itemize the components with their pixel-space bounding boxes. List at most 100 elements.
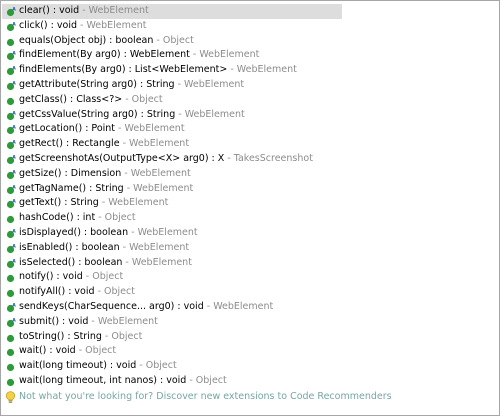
svg-text:A: A bbox=[12, 125, 16, 131]
proposal-label: getClass() : Class<?> - Object bbox=[19, 93, 163, 108]
method-signature: getAttribute(String arg0) : String bbox=[19, 78, 175, 90]
declaring-type: - WebElement bbox=[76, 19, 147, 31]
proposal-item[interactable]: wait() : void - Object bbox=[2, 344, 498, 359]
abstract-public-method-icon: A bbox=[6, 303, 16, 313]
proposal-label: isSelected() : boolean - WebElement bbox=[19, 256, 192, 271]
abstract-public-method-icon: A bbox=[6, 229, 16, 239]
declaring-type: - TakesScreenshot bbox=[224, 152, 313, 164]
proposal-label: notify() : void - Object bbox=[19, 270, 123, 285]
proposal-item[interactable]: toString() : String - Object bbox=[2, 330, 498, 345]
proposal-label: click() : void - WebElement bbox=[19, 19, 147, 34]
declaring-type: - Object bbox=[136, 360, 177, 372]
proposal-list: Aclear() : void - WebElement Aclick() : v… bbox=[2, 4, 498, 389]
proposal-item[interactable]: wait(long timeout) : void - Object bbox=[2, 359, 498, 374]
method-signature: click() : void bbox=[19, 19, 77, 31]
svg-text:A: A bbox=[12, 318, 16, 324]
abstract-public-method-icon: A bbox=[6, 81, 16, 91]
proposal-item[interactable]: AgetSize() : Dimension - WebElement bbox=[2, 167, 498, 182]
public-method-icon bbox=[6, 364, 15, 372]
declaring-type: - WebElement bbox=[189, 49, 260, 61]
svg-text:A: A bbox=[12, 244, 16, 250]
proposal-item[interactable]: AisDisplayed() : boolean - WebElement bbox=[2, 226, 498, 241]
public-method-icon bbox=[6, 334, 15, 342]
svg-text:A: A bbox=[12, 199, 16, 205]
public-method-icon bbox=[6, 97, 15, 105]
abstract-public-method-icon: A bbox=[6, 66, 16, 76]
proposal-label: toString() : String - Object bbox=[19, 330, 142, 345]
proposal-item[interactable]: AisSelected() : boolean - WebElement bbox=[2, 256, 498, 271]
svg-text:A: A bbox=[12, 7, 16, 13]
declaring-type: - Object bbox=[94, 286, 135, 298]
method-signature: isDisplayed() : boolean bbox=[19, 226, 129, 238]
public-method-icon bbox=[6, 275, 15, 283]
declaring-type: - Object bbox=[122, 93, 163, 105]
proposal-item[interactable]: AsendKeys(CharSequence... arg0) : void -… bbox=[2, 300, 498, 315]
proposal-label: wait(long timeout, int nanos) : void - O… bbox=[19, 374, 227, 389]
proposal-item[interactable]: AgetTagName() : String - WebElement bbox=[2, 182, 498, 197]
declaring-type: - Object bbox=[82, 271, 124, 283]
discover-extensions-link[interactable]: Not what you're looking for? Discover ne… bbox=[19, 389, 392, 405]
proposal-label: submit() : void - WebElement bbox=[19, 315, 158, 330]
proposal-item[interactable]: hashCode() : int - Object bbox=[2, 211, 498, 226]
proposal-label: findElements(By arg0) : List<WebElement>… bbox=[19, 63, 297, 78]
declaring-type: - Object bbox=[75, 345, 117, 357]
proposal-item[interactable]: notify() : void - Object bbox=[2, 270, 498, 285]
method-signature: isEnabled() : boolean bbox=[19, 241, 120, 253]
public-method-icon bbox=[6, 290, 15, 298]
method-signature: isSelected() : boolean bbox=[19, 256, 123, 268]
method-signature: equals(Object obj) : boolean bbox=[19, 34, 154, 46]
method-signature: clear() : void bbox=[19, 5, 80, 16]
proposal-item[interactable]: notifyAll() : void - Object bbox=[2, 285, 498, 300]
declaring-type: - WebElement bbox=[175, 108, 245, 120]
method-signature: sendKeys(CharSequence... arg0) : void bbox=[19, 300, 204, 312]
svg-text:A: A bbox=[12, 229, 16, 235]
proposal-item[interactable]: AisEnabled() : boolean - WebElement bbox=[2, 241, 498, 256]
declaring-type: - WebElement bbox=[128, 226, 198, 238]
declaring-type: - WebElement bbox=[227, 64, 297, 76]
proposal-label: getCssValue(String arg0) : String - WebE… bbox=[19, 108, 245, 123]
proposal-item[interactable]: getClass() : Class<?> - Object bbox=[2, 93, 498, 108]
proposal-item[interactable]: AgetRect() : Rectangle - WebElement bbox=[2, 137, 498, 152]
proposal-label: findElement(By arg0) : WebElement - WebE… bbox=[19, 48, 259, 63]
proposal-item[interactable]: AfindElement(By arg0) : WebElement - Web… bbox=[2, 48, 498, 63]
proposal-label: getLocation() : Point - WebElement bbox=[19, 122, 185, 137]
proposal-label: getSize() : Dimension - WebElement bbox=[19, 167, 191, 182]
abstract-public-method-icon: A bbox=[6, 125, 16, 135]
proposal-label: getScreenshotAs(OutputType<X> arg0) : X … bbox=[19, 152, 313, 167]
proposal-item[interactable]: AgetScreenshotAs(OutputType<X> arg0) : X… bbox=[2, 152, 498, 167]
proposal-item[interactable]: Aclear() : void - WebElement bbox=[2, 4, 342, 19]
proposal-item[interactable]: AfindElements(By arg0) : List<WebElement… bbox=[2, 63, 498, 78]
abstract-public-method-icon: A bbox=[6, 155, 16, 165]
proposal-item[interactable]: AgetText() : String - WebElement bbox=[2, 196, 498, 211]
method-signature: getCssValue(String arg0) : String bbox=[19, 108, 176, 120]
proposal-item[interactable]: wait(long timeout, int nanos) : void - O… bbox=[2, 374, 498, 389]
proposal-label: wait() : void - Object bbox=[19, 344, 116, 359]
public-method-icon bbox=[6, 38, 15, 46]
abstract-public-method-icon: A bbox=[6, 199, 16, 209]
proposal-item[interactable]: Aclick() : void - WebElement bbox=[2, 19, 498, 34]
declaring-type: - Object bbox=[95, 212, 136, 224]
proposal-item[interactable]: AgetCssValue(String arg0) : String - Web… bbox=[2, 108, 498, 123]
svg-text:A: A bbox=[12, 303, 16, 309]
method-signature: hashCode() : int bbox=[19, 212, 96, 224]
svg-text:A: A bbox=[12, 111, 16, 117]
declaring-type: - WebElement bbox=[79, 5, 149, 16]
proposal-label: getText() : String - WebElement bbox=[19, 196, 168, 211]
method-signature: wait(long timeout) : void bbox=[19, 360, 137, 372]
proposal-label: hashCode() : int - Object bbox=[19, 211, 136, 226]
proposal-item[interactable]: Asubmit() : void - WebElement bbox=[2, 315, 498, 330]
proposal-item[interactable]: AgetAttribute(String arg0) : String - We… bbox=[2, 78, 498, 93]
svg-text:A: A bbox=[12, 259, 16, 265]
declaring-type: - WebElement bbox=[203, 300, 274, 312]
declaring-type: - WebElement bbox=[115, 123, 185, 135]
lightbulb-icon bbox=[5, 391, 16, 403]
method-signature: findElements(By arg0) : List<WebElement> bbox=[19, 64, 228, 76]
declaring-type: - WebElement bbox=[121, 167, 191, 179]
proposal-item[interactable]: AgetLocation() : Point - WebElement bbox=[2, 122, 498, 137]
abstract-public-method-icon: A bbox=[6, 140, 16, 150]
proposal-item[interactable]: equals(Object obj) : boolean - Object bbox=[2, 34, 498, 49]
svg-text:A: A bbox=[12, 170, 16, 176]
declaring-type: - WebElement bbox=[123, 182, 194, 194]
svg-text:A: A bbox=[12, 81, 16, 87]
abstract-public-method-icon: A bbox=[6, 185, 16, 194]
